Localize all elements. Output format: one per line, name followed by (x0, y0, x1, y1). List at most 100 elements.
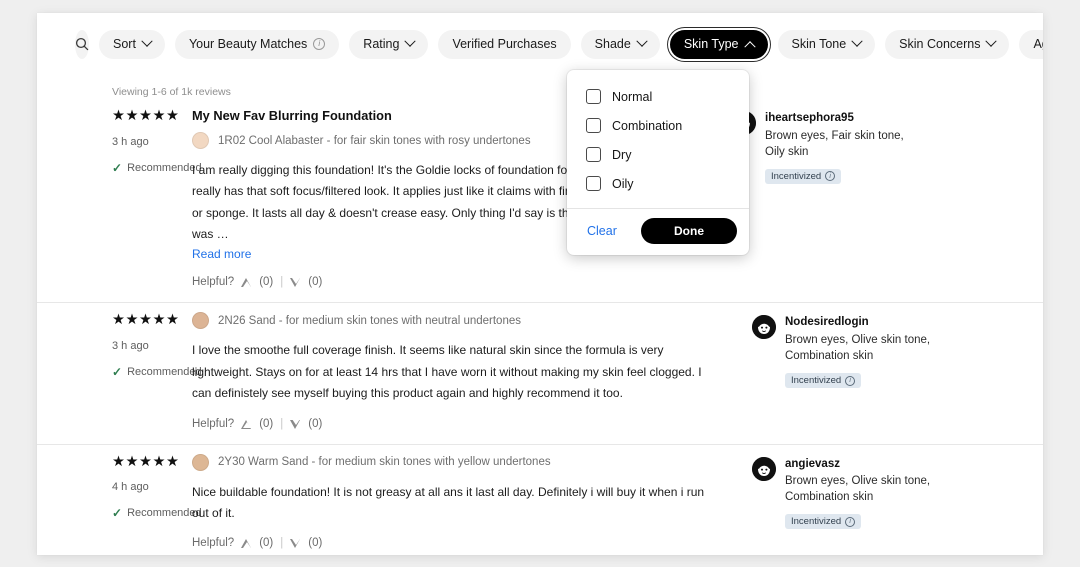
helpful-label: Helpful? (192, 276, 235, 289)
filter-pill-verified-purchases[interactable]: Verified Purchases (438, 29, 571, 59)
chevron-down-icon (636, 35, 648, 47)
helpful-label: Helpful? (192, 537, 235, 550)
review-body: Nice buildable foundation! It is not gre… (192, 484, 705, 520)
done-button[interactable]: Done (641, 218, 737, 244)
dropdown-option-oily[interactable]: Oily (567, 169, 749, 198)
thumbs-up-icon[interactable] (241, 538, 252, 549)
shade-row: 2Y30 Warm Sand - for medium skin tones w… (192, 453, 722, 471)
dropdown-options: Normal Combination Dry Oily (567, 70, 749, 208)
recommended-flag: ✓ Recommended (112, 365, 202, 379)
reviewer-name[interactable]: angievasz (785, 457, 942, 473)
avatar (752, 456, 776, 481)
review-time: 4 h ago (112, 481, 149, 494)
reviewer-info: Nodesiredlogin Brown eyes, Olive skin to… (785, 315, 942, 443)
review-meta: ★★★★★ 3 h ago ✓ Recommended (37, 103, 202, 302)
reviews-list: ★★★★★ 3 h ago ✓ Recommended My New Fav B… (37, 99, 1043, 555)
skin-type-dropdown: Normal Combination Dry Oily Clear Done (567, 70, 749, 255)
downvote-count: (0) (308, 537, 323, 550)
status-badge: Incentivized i (765, 168, 842, 184)
reviewer-panel: iheartsephora95 Brown eyes, Fair skin to… (732, 103, 922, 302)
filter-pill-skin-type[interactable]: Skin Type (669, 29, 768, 59)
filter-pill-skin-concerns[interactable]: Skin Concerns (885, 29, 1010, 59)
avatar (752, 315, 776, 340)
thumbs-down-icon[interactable] (290, 419, 301, 429)
info-icon[interactable]: i (825, 171, 836, 182)
filter-pill-label: Sort (113, 37, 136, 51)
reviewer-desc: Brown eyes, Fair skin tone, Oily skin (765, 129, 904, 158)
clear-button[interactable]: Clear (587, 224, 617, 238)
check-icon: ✓ (112, 160, 123, 175)
dropdown-option-dry[interactable]: Dry (567, 140, 749, 169)
review-body: I love the smoothe full coverage finish.… (192, 343, 702, 401)
status-badge: Incentivized i (785, 514, 862, 530)
info-icon[interactable]: i (845, 375, 856, 386)
filter-pill-label: Skin Tone (791, 37, 847, 51)
dropdown-footer: Clear Done (567, 208, 749, 255)
thumbs-down-icon[interactable] (290, 538, 301, 549)
filter-pill-skin-tone[interactable]: Skin Tone (777, 29, 876, 59)
dropdown-option-combination[interactable]: Combination (567, 111, 749, 140)
filter-pill-age-range[interactable]: Age Range (1019, 29, 1043, 59)
dropdown-option-label: Dry (612, 147, 632, 162)
reviewer-panel: angievasz Brown eyes, Olive skin tone, C… (752, 449, 942, 555)
shade-name: 2N26 Sand - for medium skin tones with n… (218, 314, 521, 327)
search-icon (75, 37, 89, 51)
helpful-row: Helpful? (0) | (0) (192, 537, 722, 549)
checkbox-icon[interactable] (586, 118, 601, 133)
reviewer-info: angievasz Brown eyes, Olive skin tone, C… (785, 457, 942, 555)
thumbs-up-icon[interactable] (241, 277, 252, 288)
dropdown-option-label: Oily (612, 176, 634, 191)
filter-pill-shade[interactable]: Shade (580, 29, 660, 59)
shade-name: 1R02 Cool Alabaster - for fair skin tone… (218, 134, 531, 147)
checkbox-icon[interactable] (586, 89, 601, 104)
recommended-flag: ✓ Recommended (112, 160, 202, 175)
shade-swatch (192, 312, 209, 330)
badge-label: Incentivized (771, 170, 822, 182)
dropdown-option-label: Combination (612, 118, 683, 133)
filter-pill-sort[interactable]: Sort (99, 29, 165, 59)
review-content: 2N26 Sand - for medium skin tones with n… (192, 307, 752, 443)
review-content: 2Y30 Warm Sand - for medium skin tones w… (192, 449, 752, 555)
filter-pill-rating[interactable]: Rating (349, 29, 429, 59)
chevron-up-icon (743, 41, 756, 53)
thumbs-up-icon[interactable] (241, 419, 252, 429)
face-avatar-icon (752, 456, 776, 481)
info-icon[interactable]: i (845, 516, 856, 527)
reviewer-info: iheartsephora95 Brown eyes, Fair skin to… (765, 111, 922, 302)
recommended-flag: ✓ Recommended (112, 506, 202, 520)
filter-pill-label: Skin Concerns (899, 37, 981, 51)
filter-bar: Sort Your Beauty Matches i Rating Verifi… (37, 13, 1043, 75)
shade-row: 2N26 Sand - for medium skin tones with n… (192, 312, 722, 330)
review-time: 3 h ago (112, 135, 149, 148)
reviewer-name[interactable]: iheartsephora95 (765, 111, 922, 127)
shade-swatch (192, 453, 209, 471)
helpful-label: Helpful? (192, 417, 235, 430)
checkbox-icon[interactable] (586, 147, 601, 162)
reviewer-name[interactable]: Nodesiredlogin (785, 315, 942, 331)
viewing-count: Viewing 1-6 of 1k reviews (112, 86, 231, 98)
face-avatar-icon (752, 315, 776, 340)
dropdown-option-normal[interactable]: Normal (567, 82, 749, 111)
upvote-count: (0) (259, 417, 274, 430)
filter-pill-label: Verified Purchases (452, 37, 557, 51)
filter-pill-label: Age Range (1033, 37, 1043, 51)
chevron-down-icon (404, 35, 417, 47)
recommended-label: Recommended (127, 507, 202, 520)
thumbs-down-icon[interactable] (290, 277, 301, 288)
star-rating: ★★★★★ (112, 108, 180, 124)
read-more-link[interactable]: Read more (192, 247, 251, 261)
downvote-count: (0) (308, 276, 323, 289)
table-row: ★★★★★ 3 h ago ✓ Recommended 2N26 Sand - … (37, 303, 1043, 445)
filter-pill-your-beauty-matches[interactable]: Your Beauty Matches i (174, 29, 340, 59)
filter-pill-label: Your Beauty Matches (188, 37, 308, 51)
chevron-down-icon (141, 35, 153, 47)
search-icon-button[interactable] (75, 29, 89, 59)
status-badge: Incentivized i (785, 373, 862, 389)
helpful-row: Helpful? (0) | (0) (192, 276, 702, 288)
checkbox-icon[interactable] (586, 176, 601, 191)
reviewer-panel: Nodesiredlogin Brown eyes, Olive skin to… (752, 307, 942, 443)
reviewer-desc: Brown eyes, Olive skin tone, Combination… (785, 333, 931, 363)
recommended-label: Recommended (127, 365, 202, 378)
table-row: ★★★★★ 4 h ago ✓ Recommended 2Y30 Warm Sa… (37, 445, 1043, 555)
table-row: ★★★★★ 3 h ago ✓ Recommended My New Fav B… (37, 99, 1043, 304)
